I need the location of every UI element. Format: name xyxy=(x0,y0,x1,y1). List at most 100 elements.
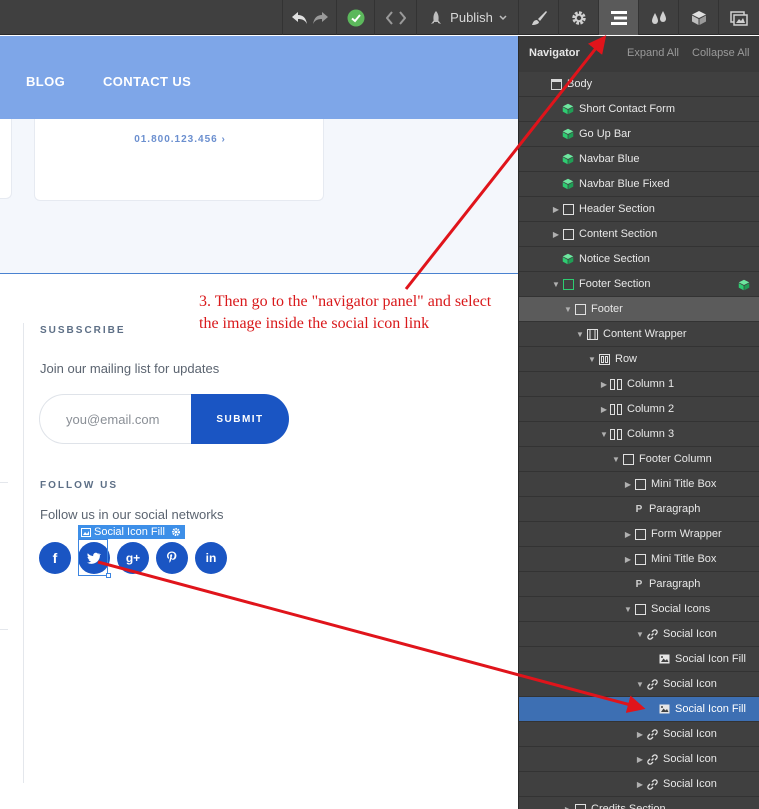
save-status-button[interactable] xyxy=(336,0,374,35)
navigator-item-label: Navbar Blue xyxy=(579,153,640,165)
navigator-item-label: Footer Section xyxy=(579,278,651,290)
facebook-icon: f xyxy=(52,550,58,566)
navigator-item[interactable]: ▼ Content Wrapper xyxy=(519,322,759,347)
caret-down-icon[interactable]: ▼ xyxy=(611,455,621,464)
navigator-item[interactable]: ▶ Social Icon xyxy=(519,772,759,797)
navigator-item[interactable]: ▼ Row xyxy=(519,347,759,372)
caret-right-icon[interactable]: ▶ xyxy=(635,780,645,789)
settings-panel-button[interactable] xyxy=(558,0,598,35)
chevron-down-icon xyxy=(499,14,507,20)
navigator-item[interactable]: ▶Navbar Blue xyxy=(519,147,759,172)
social-icon-linkedin[interactable]: in xyxy=(195,542,227,574)
caret-down-icon[interactable]: ▼ xyxy=(599,430,609,439)
caret-down-icon[interactable]: ▼ xyxy=(563,305,573,314)
nav-link-contact-us[interactable]: CONTACT US xyxy=(103,74,191,89)
box-icon xyxy=(621,453,635,465)
navigator-item[interactable]: ▶ Social Icon xyxy=(519,722,759,747)
navigator-item[interactable]: ▶Social Icon Fill xyxy=(519,647,759,672)
navigator-item-label: Content Section xyxy=(579,228,658,240)
caret-right-icon[interactable]: ▶ xyxy=(623,530,633,539)
phone-number-link[interactable]: 01.800.123.456 › xyxy=(35,134,325,145)
navigator-item[interactable]: ▶Body xyxy=(519,72,759,97)
navigator-item-label: Social Icon Fill xyxy=(675,703,746,715)
follow-us-title: FOLLOW US xyxy=(40,480,118,491)
caret-down-icon[interactable]: ▼ xyxy=(575,330,585,339)
email-input[interactable] xyxy=(39,394,197,444)
navigator-item[interactable]: ▼ Footer Section xyxy=(519,272,759,297)
caret-right-icon[interactable]: ▶ xyxy=(551,230,561,239)
box-icon xyxy=(633,553,647,565)
swatches-panel-button[interactable] xyxy=(638,0,678,35)
navigator-item[interactable]: ▶Navbar Blue Fixed xyxy=(519,172,759,197)
caret-down-icon[interactable]: ▼ xyxy=(587,355,597,364)
redo-icon[interactable] xyxy=(311,11,329,25)
column-icon xyxy=(609,378,623,390)
caret-right-icon[interactable]: ▶ xyxy=(635,755,645,764)
navigator-item[interactable]: ▼ Social Icons xyxy=(519,597,759,622)
navigator-item[interactable]: ▼ Social Icon xyxy=(519,672,759,697)
navigator-item[interactable]: ▶ Credits Section xyxy=(519,797,759,809)
navigator-item-label: Social Icon xyxy=(663,678,717,690)
caret-right-icon[interactable]: ▶ xyxy=(623,555,633,564)
navigator-item-label: Credits Section xyxy=(591,803,666,809)
selected-element-tag[interactable]: Social Icon Fill xyxy=(78,525,185,539)
navigator-item[interactable]: ▶ Header Section xyxy=(519,197,759,222)
navigator-list-icon xyxy=(610,10,627,25)
images-icon xyxy=(730,10,748,26)
resize-handle[interactable] xyxy=(106,573,111,578)
expand-all-button[interactable]: Expand All xyxy=(627,47,679,59)
navigator-item[interactable]: ▼ Footer xyxy=(519,297,759,322)
navigator-item[interactable]: ▶ Mini Title Box xyxy=(519,547,759,572)
code-export-button[interactable] xyxy=(374,0,416,35)
caret-right-icon[interactable]: ▶ xyxy=(635,730,645,739)
navigator-item[interactable]: ▶Social Icon Fill xyxy=(519,697,759,722)
navigator-item[interactable]: ▶ Mini Title Box xyxy=(519,472,759,497)
navigator-item-label: Notice Section xyxy=(579,253,650,265)
navigator-item[interactable]: ▼ Social Icon xyxy=(519,622,759,647)
navigator-item-label: Social Icon xyxy=(663,778,717,790)
submit-button[interactable]: SUBMIT xyxy=(191,394,289,444)
gear-icon[interactable] xyxy=(171,527,181,537)
undo-redo-buttons[interactable] xyxy=(282,0,336,35)
box-icon xyxy=(573,803,587,809)
navigator-item[interactable]: ▶ Form Wrapper xyxy=(519,522,759,547)
symbol-icon xyxy=(561,253,575,265)
nav-link-blog[interactable]: BLOG xyxy=(26,74,65,89)
navigator-item[interactable]: ▶Go Up Bar xyxy=(519,122,759,147)
mailing-list-paragraph: Join our mailing list for updates xyxy=(40,361,220,376)
undo-icon[interactable] xyxy=(291,11,309,25)
caret-right-icon[interactable]: ▶ xyxy=(599,380,609,389)
navigator-item[interactable]: ▶Short Contact Form xyxy=(519,97,759,122)
publish-button[interactable]: Publish xyxy=(416,0,518,35)
selection-outline xyxy=(78,539,108,576)
navigator-item[interactable]: ▶Notice Section xyxy=(519,247,759,272)
navigator-item[interactable]: ▶ Column 1 xyxy=(519,372,759,397)
social-icon-facebook[interactable]: f xyxy=(39,542,71,574)
navigator-item-label: Row xyxy=(615,353,638,365)
assets-panel-button[interactable] xyxy=(718,0,759,35)
caret-down-icon[interactable]: ▼ xyxy=(635,630,645,639)
symbol-icon xyxy=(561,128,575,140)
caret-right-icon[interactable]: ▶ xyxy=(599,405,609,414)
caret-down-icon[interactable]: ▼ xyxy=(623,605,633,614)
caret-right-icon[interactable]: ▶ xyxy=(563,805,573,809)
social-icon-pinterest[interactable] xyxy=(156,542,188,574)
caret-right-icon[interactable]: ▶ xyxy=(623,480,633,489)
caret-right-icon[interactable]: ▶ xyxy=(551,205,561,214)
navigator-item[interactable]: ▶ Column 2 xyxy=(519,397,759,422)
style-panel-button[interactable] xyxy=(518,0,558,35)
navigator-item[interactable]: ▼ Column 3 xyxy=(519,422,759,447)
column-icon xyxy=(609,428,623,440)
caret-down-icon[interactable]: ▼ xyxy=(635,680,645,689)
navigator-panel-button[interactable] xyxy=(598,0,638,35)
collapse-all-button[interactable]: Collapse All xyxy=(692,47,749,59)
navigator-item[interactable]: ▶PParagraph xyxy=(519,572,759,597)
navigator-item[interactable]: ▼ Footer Column xyxy=(519,447,759,472)
social-icon-google-plus[interactable]: g+ xyxy=(117,542,149,574)
navigator-item[interactable]: ▶ Content Section xyxy=(519,222,759,247)
caret-down-icon[interactable]: ▼ xyxy=(551,280,561,289)
symbols-panel-button[interactable] xyxy=(678,0,718,35)
navigator-title: Navigator xyxy=(529,47,580,59)
navigator-item[interactable]: ▶ Social Icon xyxy=(519,747,759,772)
navigator-item[interactable]: ▶PParagraph xyxy=(519,497,759,522)
